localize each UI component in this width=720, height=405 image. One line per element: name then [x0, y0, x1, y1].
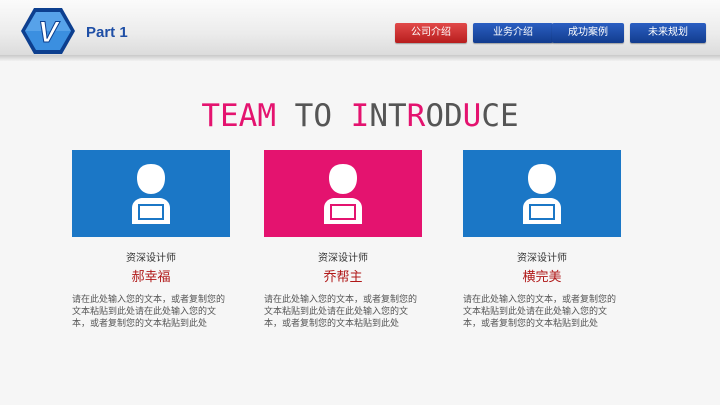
user-laptop-icon: [132, 164, 170, 224]
tab-company-intro[interactable]: 公司介绍: [395, 23, 467, 43]
logo-v-icon: V: [21, 8, 75, 54]
team-member-card: 资深设计师 郝幸福 请在此处输入您的文本，或者复制您的文本粘贴到此处请在此处输入…: [72, 150, 230, 329]
member-role: 资深设计师: [318, 253, 368, 264]
title-segment: OD: [425, 98, 463, 134]
title-segment: CE: [481, 98, 519, 134]
tab-future-plan[interactable]: 未来规划: [630, 23, 706, 43]
tab-business-intro[interactable]: 业务介绍: [473, 23, 553, 43]
member-description: 请在此处输入您的文本，或者复制您的文本粘贴到此处请在此处输入您的文本，或者复制您…: [72, 294, 226, 328]
member-card-panel: [264, 150, 422, 237]
user-laptop-icon: [523, 164, 561, 224]
member-name: 乔帮主: [323, 269, 363, 284]
member-description: 请在此处输入您的文本，或者复制您的文本粘贴到此处请在此处输入您的文本，或者复制您…: [463, 294, 617, 328]
title-segment: NT: [369, 98, 407, 134]
member-name: 横完美: [522, 269, 562, 284]
member-role: 资深设计师: [517, 253, 567, 264]
member-description: 请在此处输入您的文本，或者复制您的文本粘贴到此处请在此处输入您的文本，或者复制您…: [264, 294, 418, 328]
title-segment: I: [350, 98, 370, 134]
member-name: 郝幸福: [131, 269, 171, 284]
title-segment: TEAM: [201, 98, 276, 134]
title-segment: U: [462, 98, 482, 134]
user-laptop-icon: [324, 164, 362, 224]
team-member-card: 资深设计师 横完美 请在此处输入您的文本，或者复制您的文本粘贴到此处请在此处输入…: [463, 150, 621, 329]
tab-success-cases[interactable]: 成功案例: [552, 23, 624, 43]
title-segment: R: [406, 98, 426, 134]
part-label: Part 1: [86, 24, 128, 41]
title-segment: TO: [276, 98, 351, 134]
member-card-panel: [463, 150, 621, 237]
member-card-panel: [72, 150, 230, 237]
page-title: TEAM TO INTRODUCE: [0, 98, 720, 134]
logo-letter: V: [38, 16, 61, 49]
team-member-card: 资深设计师 乔帮主 请在此处输入您的文本，或者复制您的文本粘贴到此处请在此处输入…: [264, 150, 422, 329]
member-role: 资深设计师: [126, 253, 176, 264]
